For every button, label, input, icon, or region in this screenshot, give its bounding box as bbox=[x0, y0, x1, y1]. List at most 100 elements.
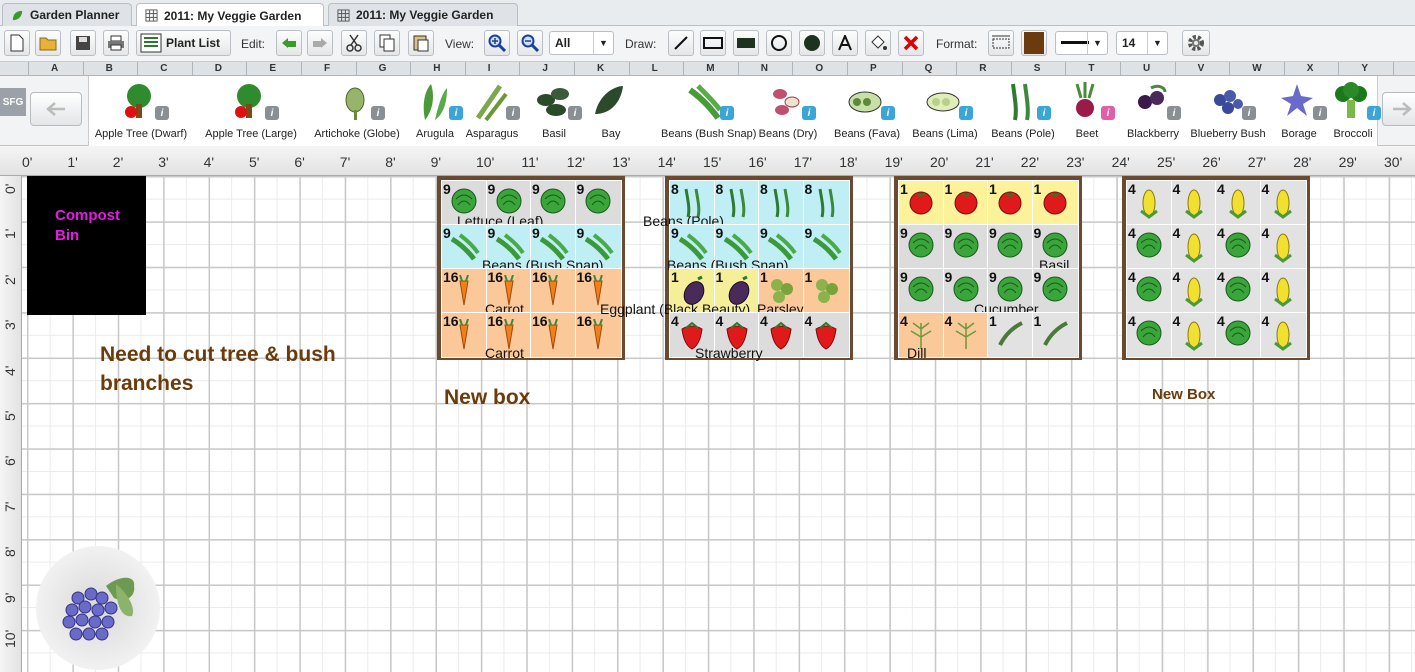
tree-note[interactable]: Need to cut tree & bush branches bbox=[100, 340, 350, 398]
info-icon[interactable]: i bbox=[1167, 106, 1181, 120]
bed-square[interactable]: 16 bbox=[530, 312, 577, 358]
size-button[interactable] bbox=[988, 30, 1014, 56]
info-icon[interactable]: i bbox=[568, 106, 582, 120]
bed-square[interactable]: 9 bbox=[898, 268, 945, 314]
bed-square[interactable]: 4 bbox=[1126, 268, 1173, 314]
tab-veggie-garden[interactable]: 2011: My Veggie Garden bbox=[328, 3, 518, 26]
bed-square[interactable]: 4 bbox=[1259, 224, 1307, 270]
bed-square[interactable]: 4 bbox=[802, 312, 850, 358]
bed-square[interactable]: 16 bbox=[530, 268, 577, 314]
draw-circle-button[interactable] bbox=[766, 30, 792, 56]
text-button[interactable] bbox=[832, 30, 858, 56]
new-file-button[interactable] bbox=[4, 30, 30, 56]
plant-item[interactable]: i Basil bbox=[522, 76, 586, 146]
bed-square[interactable]: 9 bbox=[898, 224, 945, 270]
copy-button[interactable] bbox=[374, 30, 400, 56]
bed-square[interactable]: 1 bbox=[898, 180, 945, 226]
plant-item[interactable]: i Apple Tree (Dwarf) bbox=[89, 76, 193, 146]
bed-square[interactable]: 4 bbox=[1126, 312, 1173, 358]
bed-square[interactable]: 1 bbox=[1031, 312, 1079, 358]
draw-line-button[interactable] bbox=[668, 30, 694, 56]
draw-rectangle-button[interactable] bbox=[700, 30, 726, 56]
plant-item[interactable]: i Asparagus bbox=[463, 76, 521, 146]
plant-item[interactable]: i Beans (Fava) bbox=[827, 76, 907, 146]
bed-square[interactable]: 9 bbox=[942, 224, 990, 270]
bed-square[interactable]: 4 bbox=[942, 312, 990, 358]
zoom-in-button[interactable] bbox=[484, 30, 510, 56]
info-icon[interactable]: i bbox=[1037, 106, 1051, 120]
info-icon[interactable]: i bbox=[265, 106, 279, 120]
line-style-select[interactable]: ▼ bbox=[1055, 31, 1108, 55]
paste-button[interactable] bbox=[408, 30, 434, 56]
plant-item[interactable]: i Blueberry Bush bbox=[1185, 76, 1271, 146]
info-icon[interactable]: i bbox=[720, 106, 734, 120]
plant-item[interactable]: i Broccoli bbox=[1327, 76, 1381, 146]
info-icon[interactable]: i bbox=[506, 106, 520, 120]
new-box-note-2[interactable]: New Box bbox=[1152, 386, 1215, 403]
bed-square[interactable]: 4 bbox=[1215, 268, 1262, 314]
bed-square[interactable]: 9 bbox=[987, 224, 1034, 270]
grape-vine[interactable] bbox=[36, 546, 160, 670]
bed-square[interactable]: 4 bbox=[1215, 180, 1262, 226]
garden-bed[interactable]: 4 4 4 4 4 4 4 4 4 4 4 4 4 4 4 4 bbox=[1122, 176, 1310, 360]
info-icon[interactable]: i bbox=[1367, 106, 1381, 120]
bed-square[interactable]: 4 bbox=[1259, 180, 1307, 226]
plant-item[interactable]: i Beans (Pole) bbox=[985, 76, 1061, 146]
garden-bed[interactable]: 8 8 8 8 Beans (Pole) 9 9 9 9 Beans (Bush Snap) 1 1 1… bbox=[600, 176, 853, 361]
bed-square[interactable]: 4 bbox=[1170, 180, 1218, 226]
plant-item[interactable]: i Apple Tree (Large) bbox=[197, 76, 305, 146]
bed-square[interactable]: 9 bbox=[441, 224, 488, 270]
bed-square[interactable]: 9 bbox=[802, 224, 850, 270]
info-icon[interactable]: i bbox=[1101, 106, 1115, 120]
undo-button[interactable] bbox=[276, 30, 302, 56]
info-icon[interactable]: i bbox=[1313, 106, 1327, 120]
paint-bucket-button[interactable] bbox=[865, 30, 891, 56]
bed-square[interactable]: 4 bbox=[758, 312, 805, 358]
scroll-left-button[interactable] bbox=[30, 92, 82, 126]
info-icon[interactable]: i bbox=[802, 106, 816, 120]
info-icon[interactable]: i bbox=[1242, 106, 1256, 120]
tab-garden-planner[interactable]: Garden Planner bbox=[2, 3, 132, 26]
font-size-select[interactable]: 14 ▼ bbox=[1116, 31, 1168, 55]
bed-square[interactable]: 4 bbox=[1126, 224, 1173, 270]
plant-item[interactable]: i Beans (Bush Snap) bbox=[661, 76, 756, 146]
zoom-out-button[interactable] bbox=[517, 30, 543, 56]
plant-item[interactable]: i Beans (Dry) bbox=[751, 76, 825, 146]
bed-square[interactable]: 16 bbox=[441, 268, 488, 314]
bed-square[interactable]: 4 bbox=[1126, 180, 1173, 226]
bed-square[interactable]: 4 bbox=[1215, 224, 1262, 270]
draw-filled-rectangle-button[interactable] bbox=[733, 30, 759, 56]
bed-square[interactable]: 1 bbox=[1031, 180, 1079, 226]
delete-button[interactable] bbox=[898, 30, 924, 56]
plant-item[interactable]: i Artichoke (Globe) bbox=[307, 76, 407, 146]
garden-canvas[interactable]: 0' 1' 2' 3' 4' 5' 6' 7' 8' 9' 10' 11' 12' 13' 14' 15' 16… bbox=[0, 146, 1415, 672]
open-file-button[interactable] bbox=[35, 30, 61, 56]
info-icon[interactable]: i bbox=[881, 106, 895, 120]
bed-square[interactable]: 4 bbox=[1259, 312, 1307, 358]
bed-square[interactable]: 4 bbox=[1215, 312, 1262, 358]
tab-veggie-garden-active[interactable]: 2011: My Veggie Garden bbox=[136, 3, 324, 27]
bed-square[interactable]: 4 bbox=[1259, 268, 1307, 314]
draw-filled-circle-button[interactable] bbox=[799, 30, 825, 56]
plant-list-button[interactable]: Plant List bbox=[136, 30, 231, 56]
bed-square[interactable]: 4 bbox=[1170, 224, 1218, 270]
cut-button[interactable] bbox=[341, 30, 367, 56]
bed-square[interactable]: 8 bbox=[802, 180, 850, 226]
bed-square[interactable]: 4 bbox=[1170, 312, 1218, 358]
garden-bed[interactable]: 9 9 9 9 Lettuce (Leaf) 9 9 9 9 Beans (Bush Snap) 1… bbox=[437, 176, 625, 361]
new-box-note[interactable]: New box bbox=[444, 386, 530, 410]
bed-square[interactable]: 16 bbox=[441, 312, 488, 358]
settings-button[interactable] bbox=[1182, 30, 1210, 56]
bed-square[interactable]: 8 bbox=[758, 180, 805, 226]
bed-square[interactable]: 1 bbox=[942, 180, 990, 226]
info-icon[interactable]: i bbox=[959, 106, 973, 120]
plant-item[interactable]: i Beans (Lima) bbox=[907, 76, 983, 146]
view-select[interactable]: All ▼ bbox=[549, 31, 614, 55]
info-icon[interactable]: i bbox=[371, 106, 385, 120]
info-icon[interactable]: i bbox=[155, 106, 169, 120]
sfg-toggle[interactable]: SFG bbox=[0, 88, 26, 116]
fill-color-button[interactable] bbox=[1021, 30, 1047, 56]
scroll-right-button[interactable] bbox=[1382, 92, 1415, 126]
bed-square[interactable]: 9 bbox=[574, 180, 622, 226]
plant-item[interactable]: i Beet bbox=[1065, 76, 1115, 146]
